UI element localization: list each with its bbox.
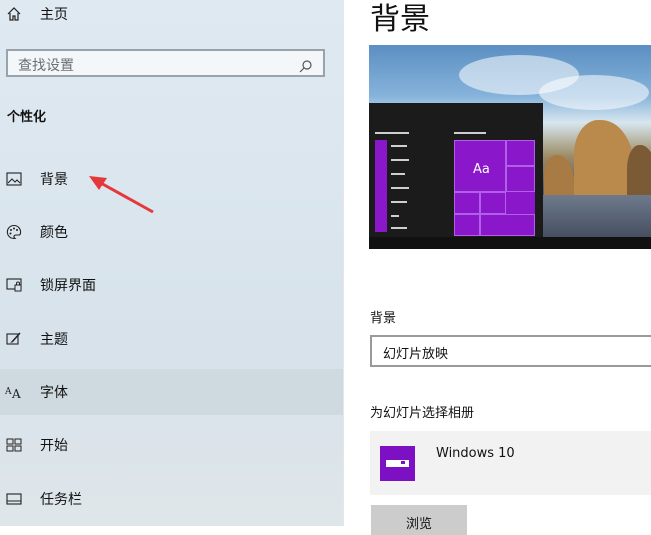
browse-button[interactable]: 浏览 — [371, 505, 467, 535]
taskbar-icon — [6, 491, 22, 507]
preview-tile-text: Aa — [473, 162, 490, 177]
sidebar-item-label: 颜色 — [40, 225, 68, 241]
start-menu-preview — [369, 103, 543, 237]
background-preview: Aa — [369, 45, 651, 249]
sidebar-item-lock-screen[interactable]: 锁屏界面 — [0, 262, 343, 308]
sidebar-item-label: 任务栏 — [40, 492, 82, 508]
lock-screen-icon — [6, 277, 22, 293]
folder-icon — [380, 446, 415, 481]
nav-home[interactable]: 主页 — [0, 0, 343, 37]
sidebar-item-label: 背景 — [40, 172, 68, 188]
sidebar-item-themes[interactable]: 主题 — [0, 316, 343, 362]
album-name: Windows 10 — [436, 446, 515, 461]
background-label: 背景 — [370, 311, 397, 326]
background-type-dropdown[interactable]: 幻灯片放映 — [370, 335, 651, 367]
sidebar-item-colors[interactable]: 颜色 — [0, 209, 343, 255]
page-title: 背景 — [370, 2, 430, 37]
svg-text:A: A — [5, 387, 12, 397]
section-title: 个性化 — [7, 110, 47, 125]
sidebar-item-label: 主题 — [40, 332, 68, 348]
theme-brush-icon — [6, 331, 22, 347]
sidebar-item-taskbar[interactable]: 任务栏 — [0, 476, 343, 522]
start-grid-icon — [6, 437, 22, 453]
svg-text:A: A — [11, 387, 21, 399]
picture-icon — [6, 171, 22, 187]
nav-home-label: 主页 — [40, 7, 68, 23]
dropdown-value: 幻灯片放映 — [383, 347, 449, 362]
palette-icon — [6, 224, 22, 240]
sidebar-item-background[interactable]: 背景 — [0, 156, 343, 202]
sidebar-item-start[interactable]: 开始 — [0, 422, 343, 468]
pane-divider — [343, 0, 344, 526]
sidebar-item-fonts[interactable]: AA 字体 — [0, 369, 343, 415]
sidebar-item-label: 字体 — [40, 385, 68, 401]
home-icon — [6, 6, 22, 22]
settings-sidebar: 主页 查找设置 个性化 背景 颜色 锁屏界面 主题 AA 字体 开始 任务栏 — [0, 0, 343, 526]
album-label: 为幻灯片选择相册 — [370, 406, 475, 421]
search-input[interactable]: 查找设置 — [6, 49, 325, 77]
font-icon: AA — [4, 384, 26, 400]
search-icon[interactable] — [299, 58, 313, 77]
sidebar-item-label: 开始 — [40, 438, 68, 454]
sidebar-item-label: 锁屏界面 — [40, 278, 96, 294]
annotation-arrow-icon — [89, 176, 154, 214]
album-item[interactable]: Windows 10 — [370, 431, 651, 495]
search-placeholder: 查找设置 — [18, 58, 74, 74]
